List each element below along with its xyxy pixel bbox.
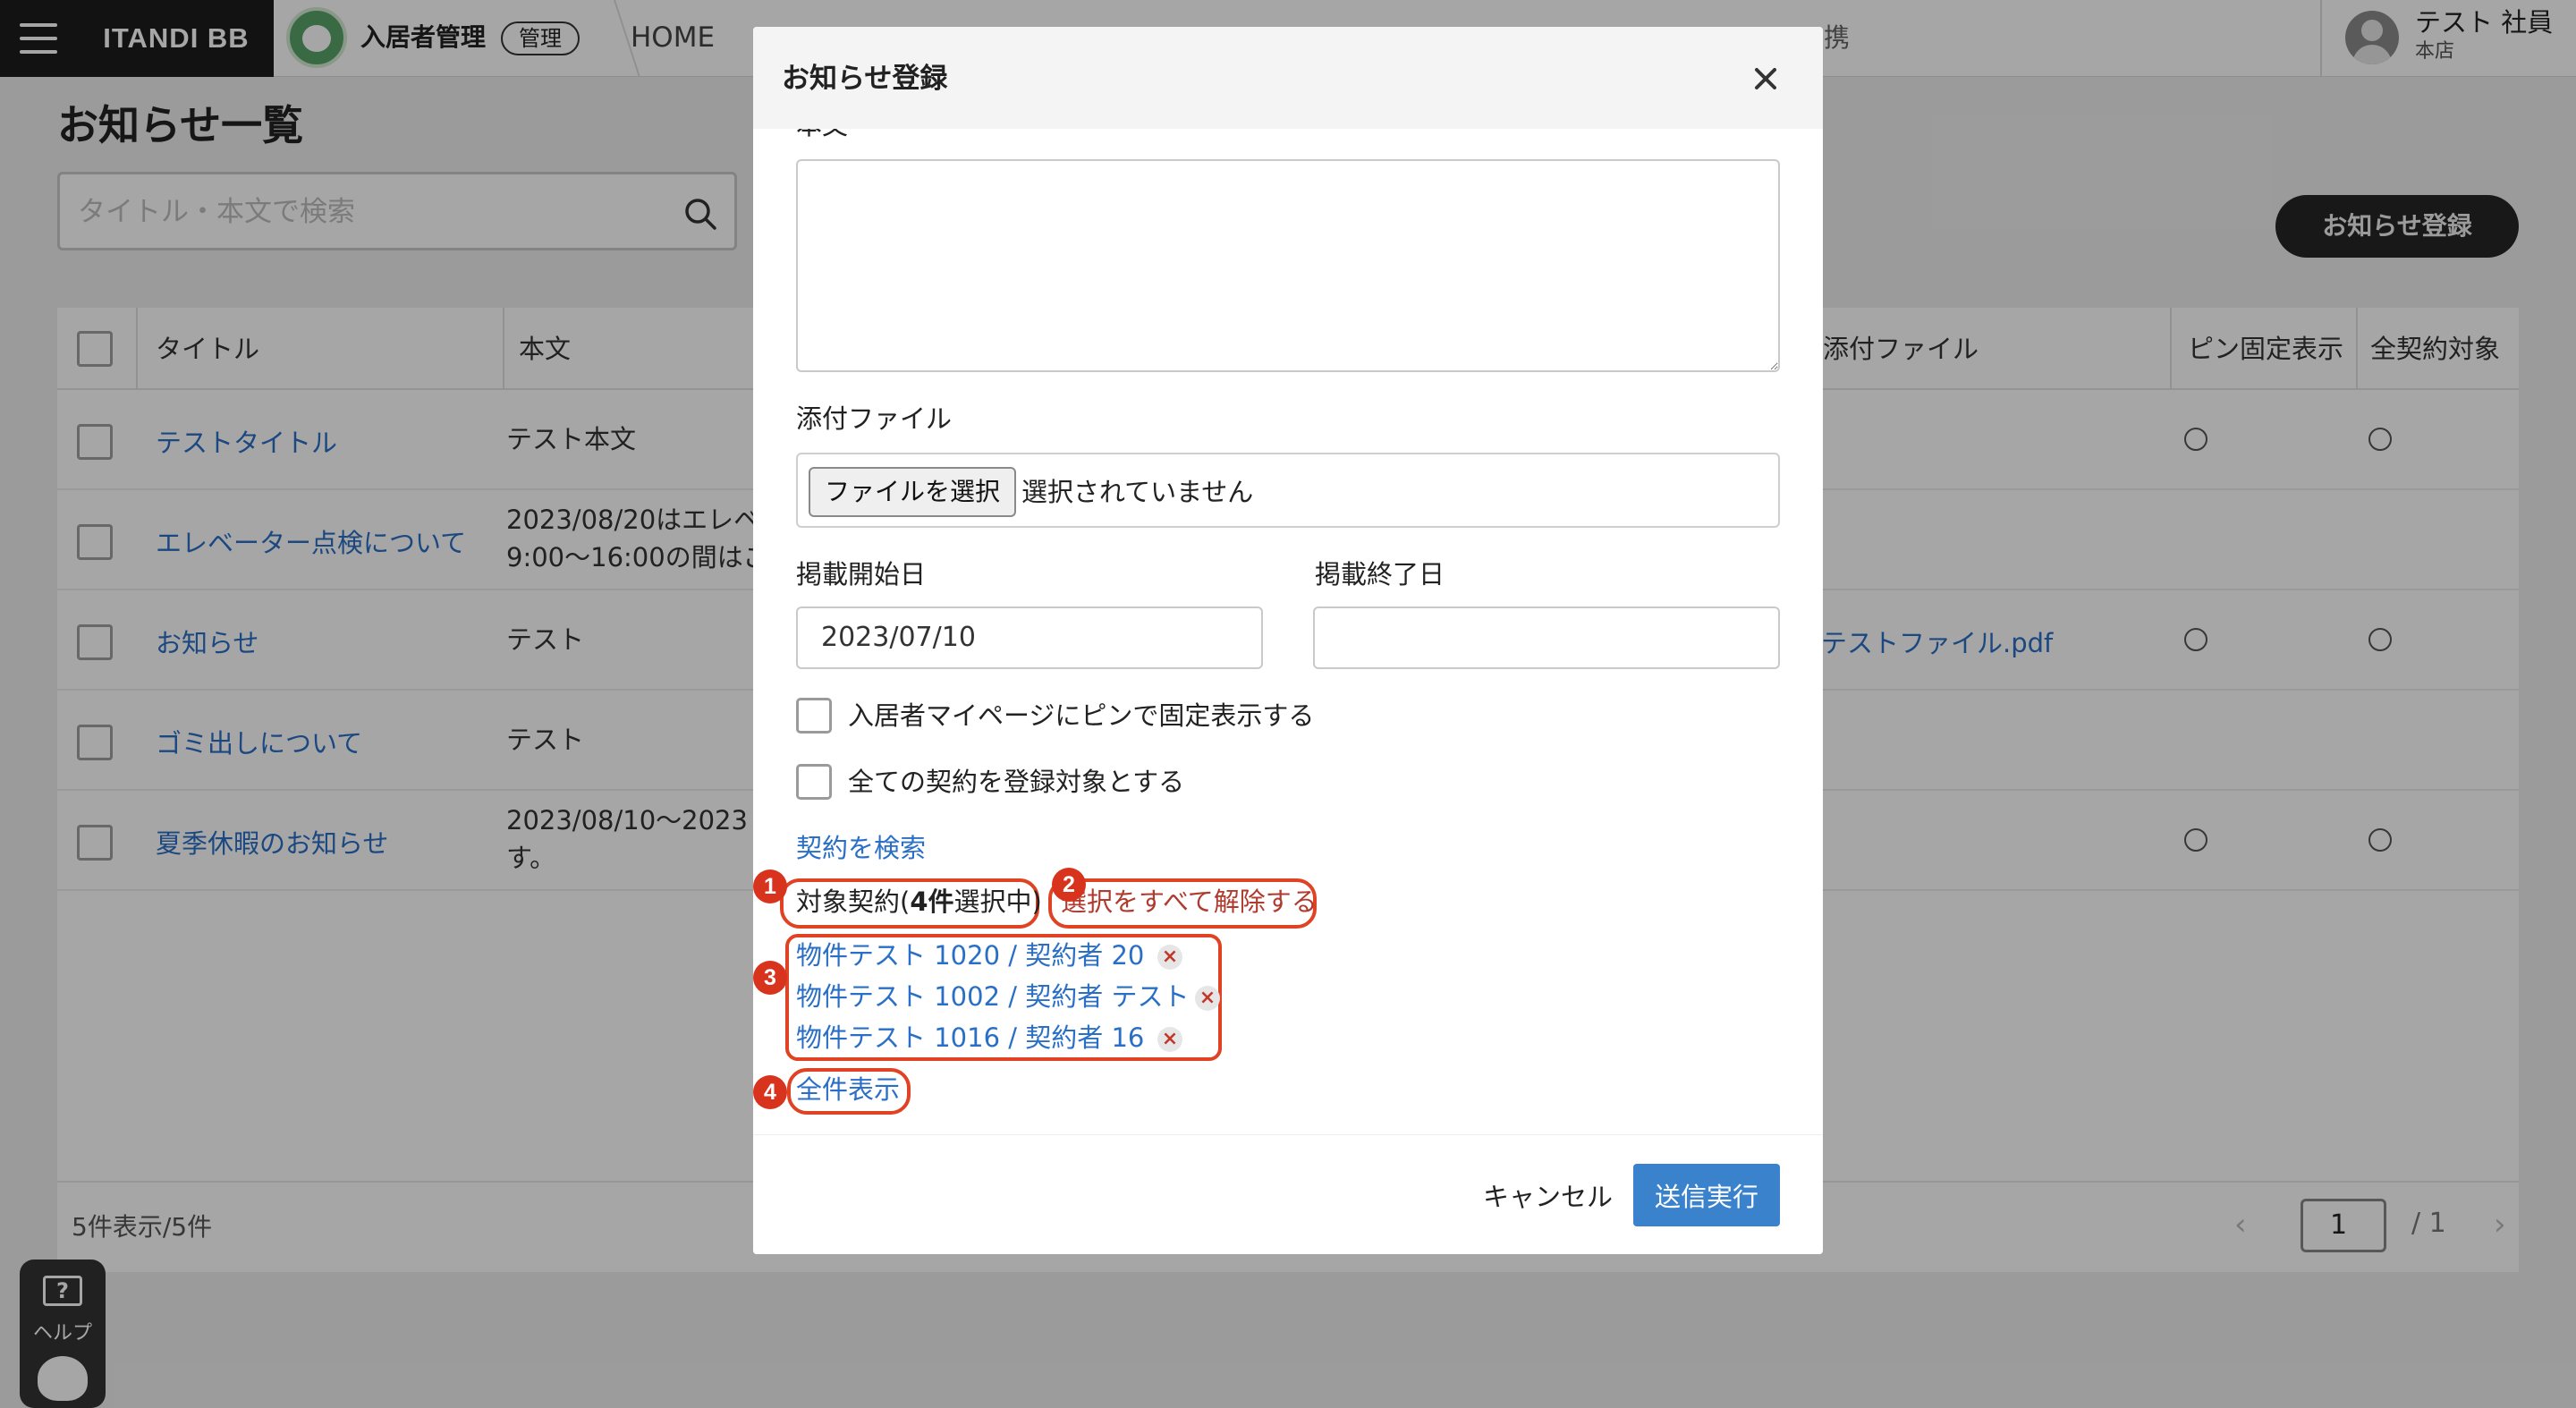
end-date-label: 掲載終了日 [1315, 559, 1445, 589]
file-status: 選択されていません [1021, 477, 1254, 507]
start-date-input[interactable]: 2023/07/10 [796, 606, 1263, 669]
annotation-marker-2: 2 [1052, 868, 1086, 902]
start-date-label: 掲載開始日 [796, 559, 927, 589]
modal-header: お知らせ登録 [753, 27, 1823, 129]
end-date-input[interactable] [1313, 606, 1780, 669]
notice-register-modal: お知らせ登録 本文 添付ファイル ファイルを選択 選択されていません 掲載開始日… [753, 27, 1823, 1254]
remove-contract-icon[interactable]: × [1157, 1027, 1182, 1052]
remove-contract-icon[interactable]: × [1195, 986, 1220, 1011]
annotation-marker-4: 4 [753, 1075, 787, 1109]
contract-chip[interactable]: 物件テスト 1002 / 契約者 テスト [796, 979, 1189, 1014]
clear-all-link[interactable]: 選択をすべて解除する [1061, 884, 1318, 920]
submit-button[interactable]: 送信実行 [1633, 1164, 1780, 1226]
cancel-button[interactable]: キャンセル [1469, 1164, 1627, 1226]
modal-title: お知らせ登録 [782, 63, 948, 95]
body-textarea[interactable] [796, 159, 1780, 372]
choose-file-button[interactable]: ファイルを選択 [809, 467, 1017, 517]
annotation-marker-3: 3 [753, 961, 787, 995]
all-contracts-checkbox[interactable] [796, 764, 832, 800]
annotation-marker-1: 1 [753, 869, 787, 903]
contract-chip[interactable]: 物件テスト 1016 / 契約者 16 [796, 1020, 1144, 1056]
pin-checkbox-label[interactable]: 入居者マイページにピンで固定表示する [848, 698, 1314, 734]
remove-contract-icon[interactable]: × [1157, 945, 1182, 970]
body-label: 本文 [796, 129, 848, 143]
show-all-link[interactable]: 全件表示 [796, 1072, 900, 1107]
search-contracts-link[interactable]: 契約を検索 [796, 830, 926, 866]
target-contracts-count: 対象契約(4件選択中) [796, 886, 1042, 917]
modal-footer: キャンセル 送信実行 [753, 1134, 1823, 1254]
file-input: ファイルを選択 選択されていません [796, 453, 1780, 528]
attachment-label: 添付ファイル [796, 403, 953, 434]
pin-checkbox[interactable] [796, 698, 832, 734]
all-contracts-checkbox-label[interactable]: 全ての契約を登録対象とする [848, 764, 1184, 800]
close-icon[interactable] [1746, 59, 1785, 98]
modal-body[interactable]: 本文 添付ファイル ファイルを選択 選択されていません 掲載開始日 掲載終了日 … [753, 129, 1823, 1134]
contract-chip[interactable]: 物件テスト 1020 / 契約者 20 [796, 937, 1144, 973]
